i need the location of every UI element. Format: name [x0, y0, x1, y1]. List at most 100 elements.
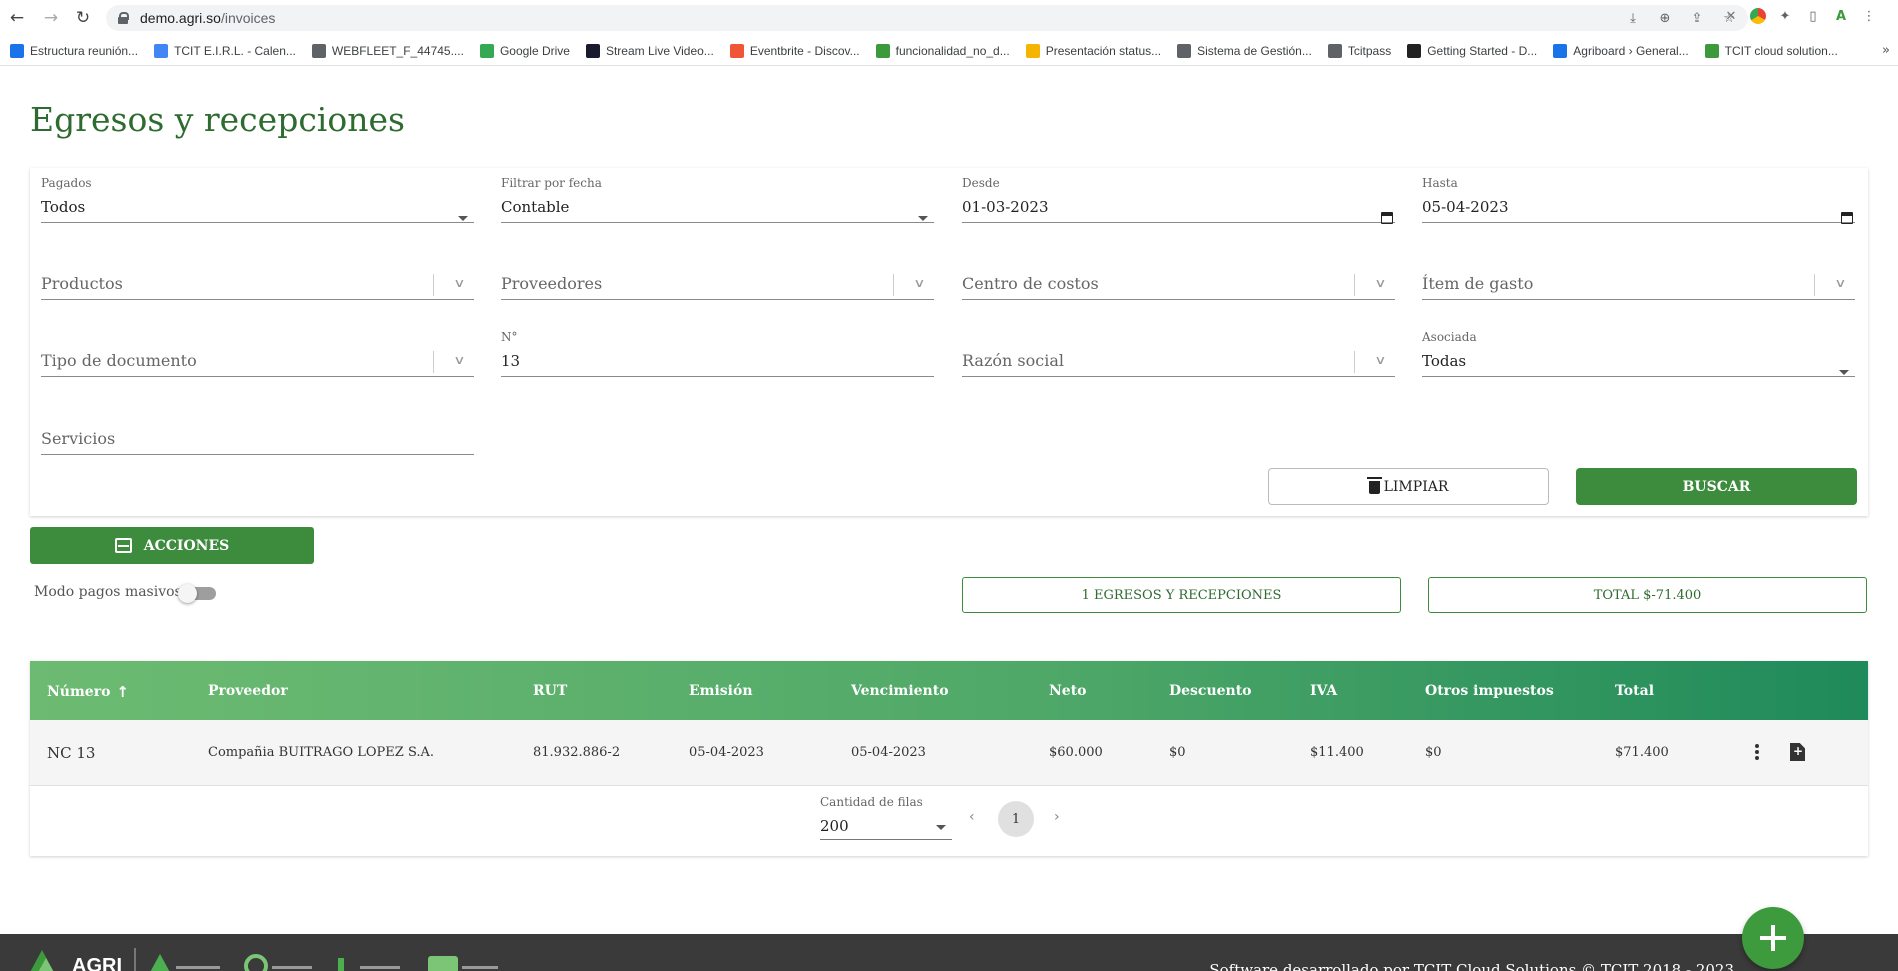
calendar-icon[interactable]: [1841, 212, 1853, 224]
profile-icon[interactable]: A: [1832, 7, 1850, 25]
calendar-icon[interactable]: [1381, 212, 1393, 224]
acciones-button[interactable]: ACCIONES: [30, 527, 314, 564]
partner-logo-4: [428, 948, 500, 971]
hasta-date-input[interactable]: Hasta 05-04-2023: [1422, 176, 1855, 224]
count-button[interactable]: 1 EGRESOS Y RECEPCIONES: [962, 577, 1401, 613]
dropdown-arrow-icon: [458, 216, 468, 221]
limpiar-button[interactable]: LIMPIAR: [1268, 468, 1549, 505]
bookmark-item[interactable]: funcionalidad_no_d...: [875, 43, 1010, 58]
bookmark-favicon-icon: [1553, 43, 1568, 58]
partner-logo-2: [244, 948, 316, 971]
address-bar[interactable]: demo.agri.so/invoices ⤓ ⊕ ⇪ ☆: [106, 5, 1748, 31]
desde-date-input[interactable]: Desde 01-03-2023: [962, 176, 1395, 224]
productos-placeholder: Productos: [41, 274, 474, 300]
column-label: Número: [47, 684, 111, 700]
add-fab-button[interactable]: [1742, 907, 1804, 969]
chevron-down-icon[interactable]: ∨: [453, 276, 465, 290]
forward-arrow-icon[interactable]: →: [40, 7, 62, 29]
bookmark-item[interactable]: Agriboard › General...: [1553, 43, 1689, 58]
chevron-down-icon[interactable]: ∨: [913, 276, 925, 290]
filtrar-fecha-select[interactable]: Filtrar por fecha Contable: [501, 176, 934, 223]
asociada-select[interactable]: Asociada Todas: [1422, 330, 1855, 377]
puzzle-icon[interactable]: ✦: [1776, 7, 1794, 25]
url-path: /invoices: [220, 10, 276, 26]
bookmark-label: Stream Live Video...: [605, 43, 714, 58]
bookmark-favicon-icon: [154, 43, 169, 58]
rows-per-page-select[interactable]: 200: [820, 817, 952, 840]
table-header: Número ↑ Proveedor RUT Emisión Vencimien…: [30, 661, 1868, 720]
bookmark-item[interactable]: Sistema de Gestión...: [1177, 43, 1312, 58]
column-header-proveedor[interactable]: Proveedor: [208, 683, 288, 699]
column-header-otros-impuestos[interactable]: Otros impuestos: [1425, 683, 1554, 699]
numero-value: 13: [501, 352, 934, 377]
bookmark-item[interactable]: Stream Live Video...: [585, 43, 714, 58]
cell-neto: $60.000: [1049, 745, 1103, 760]
pagados-select[interactable]: Pagados Todos: [41, 176, 474, 223]
rows-per-page-label: Cantidad de filas: [820, 795, 923, 809]
cell-total: $71.400: [1615, 745, 1669, 760]
bookmark-item[interactable]: TCIT E.I.R.L. - Calen...: [154, 43, 296, 58]
buscar-button[interactable]: BUSCAR: [1576, 468, 1857, 505]
cell-descuento: $0: [1169, 745, 1186, 760]
bookmark-favicon-icon: [585, 43, 600, 58]
chevron-down-icon[interactable]: ∨: [453, 353, 465, 367]
servicios-placeholder: Servicios: [41, 429, 474, 455]
chevron-right-icon[interactable]: ›: [1054, 809, 1060, 825]
centro-costos-placeholder: Centro de costos: [962, 274, 1395, 300]
bookmark-item[interactable]: Presentación status...: [1025, 43, 1161, 58]
zoom-icon[interactable]: ⊕: [1656, 9, 1674, 27]
inbox-icon: [114, 538, 132, 553]
share-icon[interactable]: ⇪: [1688, 9, 1706, 27]
sidepanel-icon[interactable]: ▯: [1804, 7, 1822, 25]
more-vert-icon[interactable]: [1755, 744, 1759, 760]
agri-logo-text: AGRI: [72, 955, 122, 971]
bookmark-item[interactable]: Getting Started - D...: [1407, 43, 1537, 58]
filters-panel: Pagados Todos Filtrar por fecha Contable…: [30, 168, 1868, 516]
chevron-down-icon[interactable]: ∨: [1834, 276, 1846, 290]
column-header-iva[interactable]: IVA: [1310, 683, 1337, 699]
back-arrow-icon[interactable]: ←: [6, 7, 28, 29]
sort-ascending-icon: ↑: [116, 683, 129, 701]
column-header-descuento[interactable]: Descuento: [1169, 683, 1252, 699]
mass-payments-toggle[interactable]: [178, 584, 217, 603]
desde-value: 01-03-2023: [962, 198, 1395, 223]
column-header-total[interactable]: Total: [1615, 683, 1654, 699]
bookmark-item[interactable]: WEBFLEET_F_44745....: [311, 43, 464, 58]
select-separator: [893, 274, 894, 296]
numero-input[interactable]: N° 13: [501, 330, 934, 377]
total-button[interactable]: TOTAL $-71.400: [1428, 577, 1867, 613]
install-icon[interactable]: ⤓: [1624, 9, 1642, 27]
bookmark-label: funcionalidad_no_d...: [895, 43, 1010, 58]
column-header-numero[interactable]: Número ↑: [47, 683, 129, 701]
chrome-extension-icon[interactable]: [1750, 8, 1766, 24]
menu-icon[interactable]: ⋮: [1860, 7, 1878, 25]
chevron-down-icon[interactable]: ∨: [1374, 353, 1386, 367]
bookmark-item[interactable]: Eventbrite - Discov...: [729, 43, 860, 58]
reload-icon[interactable]: ↻: [72, 7, 94, 29]
tipo-documento-placeholder: Tipo de documento: [41, 351, 474, 377]
column-header-neto[interactable]: Neto: [1049, 683, 1087, 699]
table-row[interactable]: NC 13 Compañia BUITRAGO LOPEZ S.A. 81.93…: [30, 720, 1868, 786]
page-number-button[interactable]: 1: [998, 801, 1034, 837]
bookmark-item[interactable]: Estructura reunión...: [10, 43, 138, 58]
pagados-label: Pagados: [41, 176, 92, 190]
chevron-down-icon[interactable]: ∨: [1374, 276, 1386, 290]
pagados-value: Todos: [41, 198, 474, 223]
bookmark-item[interactable]: Tcitpass: [1327, 43, 1391, 58]
bookmark-item[interactable]: Google Drive: [479, 43, 570, 58]
bookmarks-overflow-icon[interactable]: »: [1882, 43, 1890, 58]
select-separator: [1814, 274, 1815, 296]
column-header-emision[interactable]: Emisión: [689, 683, 753, 699]
column-header-vencimiento[interactable]: Vencimiento: [851, 683, 949, 699]
desde-label: Desde: [962, 176, 1000, 190]
chevron-left-icon[interactable]: ‹: [969, 809, 975, 825]
bookmark-favicon-icon: [479, 43, 494, 58]
hasta-value: 05-04-2023: [1422, 198, 1855, 223]
url-domain: demo.agri.so: [140, 10, 221, 26]
add-document-icon[interactable]: [1790, 743, 1805, 761]
asociada-value: Todas: [1422, 352, 1855, 377]
bookmark-item[interactable]: TCIT cloud solution...: [1704, 43, 1838, 58]
select-separator: [1354, 274, 1355, 296]
extension-icon[interactable]: ✕: [1722, 7, 1740, 25]
column-header-rut[interactable]: RUT: [533, 683, 567, 699]
